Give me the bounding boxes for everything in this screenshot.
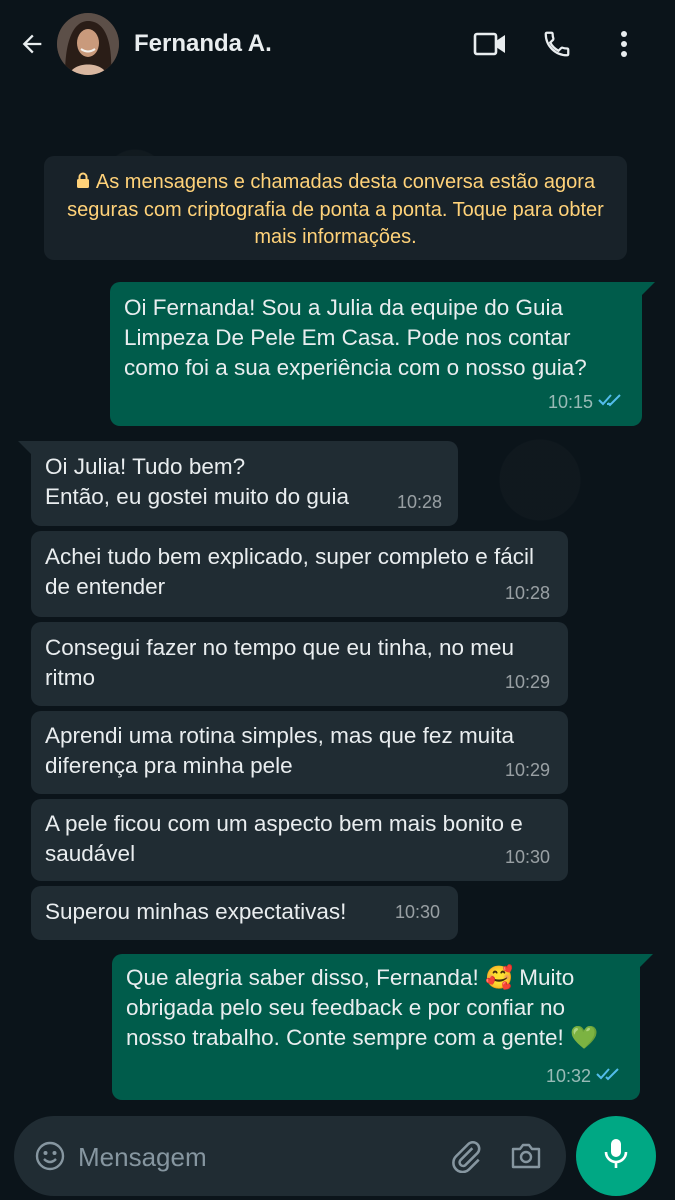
message-time: 10:30 — [394, 902, 440, 922]
message-text: Oi Fernanda! Sou a Julia da equipe do Gu… — [124, 295, 587, 380]
message-time: 10:28 — [504, 583, 550, 603]
message-time: 10:28 — [396, 492, 442, 512]
message-time: 10:15 — [547, 392, 593, 412]
message-meta: 10:28 — [397, 487, 442, 517]
voice-call-icon[interactable] — [539, 26, 575, 62]
message-text: A pele ficou com um aspecto bem mais bon… — [45, 811, 523, 866]
message-time: 10:32 — [545, 1066, 591, 1086]
message-time: 10:30 — [504, 847, 550, 867]
message-bubble-incoming[interactable]: Superou minhas expectativas! 10:30 — [31, 886, 458, 940]
message-bubble-incoming[interactable]: Aprendi uma rotina simples, mas que fez … — [31, 711, 568, 794]
message-meta: 10:15 — [548, 387, 624, 417]
message-meta: 10:32 — [546, 1061, 622, 1091]
message-text: Oi Julia! Tudo bem? Então, eu gostei mui… — [45, 454, 349, 509]
emoji-icon[interactable] — [30, 1136, 70, 1176]
message-text: Consegui fazer no tempo que eu tinha, no… — [45, 635, 515, 690]
camera-icon[interactable] — [506, 1136, 546, 1176]
message-text: Aprendi uma rotina simples, mas que fez … — [45, 723, 514, 778]
message-bubble-outgoing[interactable]: Que alegria saber disso, Fernanda! 🥰 Mui… — [112, 954, 640, 1100]
message-meta: 10:30 — [395, 897, 440, 927]
message-meta: 10:29 — [505, 667, 550, 697]
message-input[interactable] — [76, 1138, 440, 1176]
microphone-button[interactable] — [576, 1116, 656, 1196]
message-meta: 10:28 — [505, 578, 550, 608]
message-time: 10:29 — [504, 672, 550, 692]
bubble-tail — [18, 441, 32, 455]
paperclip-icon[interactable] — [446, 1136, 486, 1176]
message-bubble-incoming[interactable]: A pele ficou com um aspecto bem mais bon… — [31, 799, 568, 881]
microphone-icon — [602, 1137, 630, 1176]
menu-kebab-icon[interactable] — [606, 26, 642, 62]
video-call-icon[interactable] — [472, 26, 508, 62]
message-text: Que alegria saber disso, Fernanda! 🥰 Mui… — [126, 965, 599, 1050]
message-time: 10:29 — [504, 760, 550, 780]
chat-header: Fernanda A. — [0, 0, 675, 88]
contact-avatar[interactable] — [57, 13, 119, 75]
encryption-notice[interactable]: As mensagens e chamadas desta conversa e… — [44, 156, 627, 260]
message-bubble-incoming[interactable]: Achei tudo bem explicado, super completo… — [31, 531, 568, 617]
bubble-tail — [639, 954, 653, 968]
contact-name[interactable]: Fernanda A. — [134, 30, 272, 58]
message-meta: 10:29 — [505, 755, 550, 785]
message-text: Superou minhas expectativas! — [45, 899, 347, 924]
encryption-notice-text: As mensagens e chamadas desta conversa e… — [67, 171, 604, 248]
bubble-tail — [641, 282, 655, 296]
message-bubble-incoming[interactable]: Consegui fazer no tempo que eu tinha, no… — [31, 622, 568, 706]
message-composer — [14, 1116, 566, 1196]
message-bubble-incoming[interactable]: Oi Julia! Tudo bem? Então, eu gostei mui… — [31, 441, 458, 526]
message-bubble-outgoing[interactable]: Oi Fernanda! Sou a Julia da equipe do Gu… — [110, 282, 642, 426]
double-check-icon — [596, 1061, 622, 1091]
double-check-icon — [598, 387, 624, 417]
message-text: Achei tudo bem explicado, super completo… — [45, 544, 535, 599]
message-meta: 10:30 — [505, 842, 550, 872]
back-arrow-icon[interactable] — [14, 26, 50, 62]
lock-icon — [76, 170, 90, 197]
